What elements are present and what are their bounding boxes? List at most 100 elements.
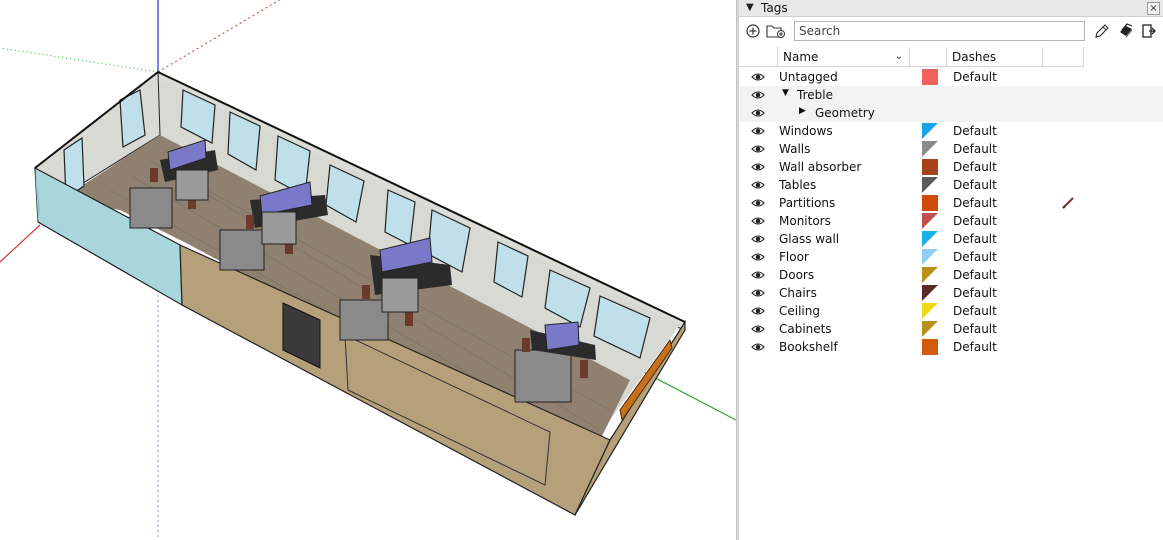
tag-row[interactable]: Cabinets Default — [739, 320, 1163, 338]
color-by-tag-button[interactable] — [1092, 21, 1112, 41]
eye-icon[interactable] — [751, 269, 765, 281]
eye-icon[interactable] — [751, 107, 765, 119]
tag-name[interactable]: Cabinets — [779, 321, 832, 337]
model-viewport[interactable] — [0, 0, 736, 540]
color-column-header[interactable] — [910, 47, 947, 67]
tag-color-swatch[interactable] — [922, 123, 938, 139]
tag-dash[interactable]: Default — [953, 69, 997, 85]
add-tag-button[interactable] — [743, 21, 763, 41]
tag-name[interactable]: Geometry — [815, 105, 875, 121]
eye-icon[interactable] — [751, 71, 765, 83]
eye-icon[interactable] — [751, 179, 765, 191]
search-input[interactable] — [795, 22, 1084, 40]
tag-row[interactable]: Walls Default — [739, 140, 1163, 158]
tag-name[interactable]: Partitions — [779, 195, 835, 211]
tag-row[interactable]: Partitions Default — [739, 194, 1163, 212]
eye-icon[interactable] — [751, 323, 765, 335]
add-folder-button[interactable] — [766, 21, 786, 41]
tag-dash[interactable]: Default — [953, 267, 997, 283]
tag-color-swatch[interactable] — [922, 159, 938, 175]
tag-color-swatch[interactable] — [922, 249, 938, 265]
eye-icon[interactable] — [751, 305, 765, 317]
eye-icon[interactable] — [751, 143, 765, 155]
eye-icon[interactable] — [751, 233, 765, 245]
tag-color-swatch[interactable] — [922, 339, 938, 355]
tag-dash[interactable]: Default — [953, 177, 997, 193]
tag-dash[interactable]: Default — [953, 159, 997, 175]
eye-icon[interactable] — [751, 197, 765, 209]
pencil-icon — [1095, 24, 1109, 38]
tag-color-swatch[interactable] — [922, 69, 938, 85]
tag-row[interactable]: Monitors Default — [739, 212, 1163, 230]
tag-name[interactable]: Ceiling — [779, 303, 820, 319]
eye-icon[interactable] — [751, 287, 765, 299]
tag-row[interactable]: Untagged Default — [739, 68, 1163, 86]
visibility-column-header[interactable] — [739, 47, 778, 67]
tags-panel-header[interactable]: ▼ Tags × — [739, 0, 1163, 17]
tag-dash[interactable]: Default — [953, 285, 997, 301]
tag-row[interactable]: Windows Default — [739, 122, 1163, 140]
close-icon[interactable]: × — [1147, 2, 1160, 15]
name-column-header[interactable]: Name ⌄ — [778, 47, 910, 67]
eye-icon[interactable] — [751, 215, 765, 227]
details-button[interactable] — [1139, 21, 1159, 41]
tag-row[interactable]: Floor Default — [739, 248, 1163, 266]
tag-folder-row[interactable]: ▼ Treble — [739, 86, 1163, 104]
eye-icon[interactable] — [751, 89, 765, 101]
eye-icon[interactable] — [751, 341, 765, 353]
tag-dash[interactable]: Default — [953, 339, 997, 355]
tag-name[interactable]: Treble — [797, 87, 833, 103]
tag-name[interactable]: Doors — [779, 267, 814, 283]
tag-dash[interactable]: Default — [953, 195, 997, 211]
plus-circle-icon — [746, 24, 760, 38]
tag-color-swatch[interactable] — [922, 141, 938, 157]
collapse-triangle-icon[interactable]: ▼ — [746, 2, 754, 13]
tag-row[interactable]: Tables Default — [739, 176, 1163, 194]
tag-name[interactable]: Monitors — [779, 213, 831, 229]
folder-expanded-icon[interactable]: ▼ — [782, 88, 789, 98]
tag-row[interactable]: Wall absorber Default — [739, 158, 1163, 176]
tag-color-swatch[interactable] — [922, 231, 938, 247]
tag-name[interactable]: Walls — [779, 141, 810, 157]
tag-row[interactable]: Ceiling Default — [739, 302, 1163, 320]
tag-color-swatch[interactable] — [922, 267, 938, 283]
chevron-down-icon[interactable]: ⌄ — [895, 47, 903, 67]
tag-dash[interactable]: Default — [953, 321, 997, 337]
tag-row[interactable]: Glass wall Default — [739, 230, 1163, 248]
search-field[interactable] — [794, 21, 1085, 41]
tag-dash[interactable]: Default — [953, 213, 997, 229]
tags-panel: ▼ Tags × Search Name ⌄ Dashes Untagged D… — [739, 0, 1163, 540]
tag-dash[interactable]: Default — [953, 123, 997, 139]
tag-row[interactable]: Bookshelf Default — [739, 338, 1163, 356]
tag-color-swatch[interactable] — [922, 177, 938, 193]
tag-name[interactable]: Floor — [779, 249, 809, 265]
extra-column-header — [1043, 47, 1084, 67]
tag-color-swatch[interactable] — [922, 285, 938, 301]
dashes-header-label: Dashes — [952, 50, 997, 64]
tag-color-swatch[interactable] — [922, 303, 938, 319]
tag-name[interactable]: Wall absorber — [779, 159, 861, 175]
tag-name[interactable]: Tables — [779, 177, 816, 193]
tag-dash[interactable]: Default — [953, 249, 997, 265]
tag-row[interactable]: Doors Default — [739, 266, 1163, 284]
dashes-button[interactable] — [1116, 21, 1136, 41]
tag-name[interactable]: Glass wall — [779, 231, 839, 247]
tag-name[interactable]: Chairs — [779, 285, 817, 301]
tag-folder-row[interactable]: ▶ Geometry — [739, 104, 1163, 122]
tag-color-swatch[interactable] — [922, 195, 938, 211]
tag-name[interactable]: Windows — [779, 123, 833, 139]
eye-icon[interactable] — [751, 251, 765, 263]
tag-name[interactable]: Bookshelf — [779, 339, 838, 355]
folder-collapsed-icon[interactable]: ▶ — [799, 106, 806, 116]
dashes-column-header[interactable]: Dashes — [947, 47, 1043, 67]
eye-icon[interactable] — [751, 125, 765, 137]
tag-dash[interactable]: Default — [953, 141, 997, 157]
eye-icon[interactable] — [751, 161, 765, 173]
tag-dash[interactable]: Default — [953, 303, 997, 319]
tag-color-swatch[interactable] — [922, 213, 938, 229]
tag-name[interactable]: Untagged — [779, 69, 838, 85]
tag-row[interactable]: Chairs Default — [739, 284, 1163, 302]
tag-color-swatch[interactable] — [922, 321, 938, 337]
tag-dash[interactable]: Default — [953, 231, 997, 247]
office-model-scene[interactable] — [0, 0, 736, 540]
